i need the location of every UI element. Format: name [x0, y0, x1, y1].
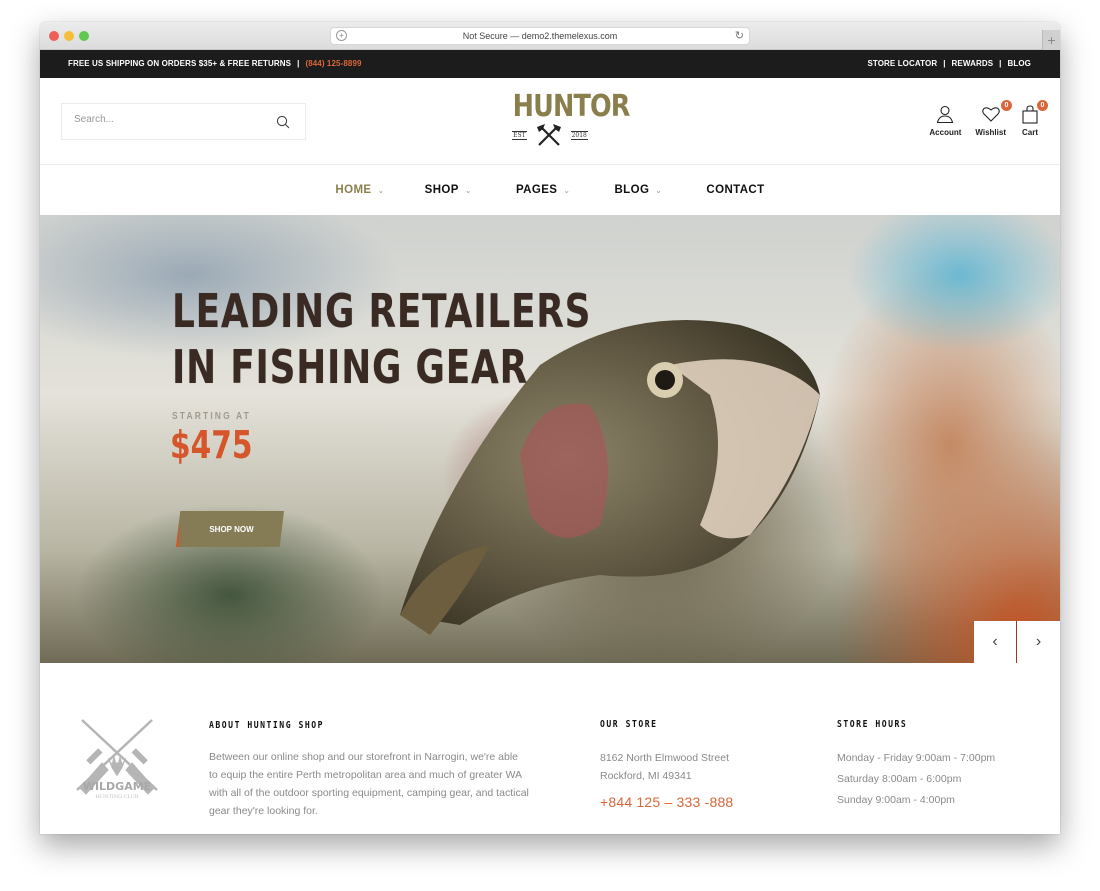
cart-count-badge: 0 — [1037, 100, 1048, 111]
nav-label: PAGES — [515, 184, 558, 196]
hunting-club-text: HUNTING CLUB — [96, 794, 139, 800]
store-address: 8162 North Elmwood Street Rockford, MI 4… — [600, 749, 729, 785]
wishlist-button[interactable]: 0 Wishlist — [975, 100, 1012, 137]
chevron-right-icon: › — [1035, 633, 1042, 650]
separator: | — [943, 59, 946, 68]
cart-button[interactable]: 0 Cart — [1020, 100, 1048, 137]
wishlist-count-badge: 0 — [1001, 100, 1012, 111]
chevron-down-icon: ⌄ — [655, 185, 663, 195]
crossed-axes-icon — [536, 124, 561, 146]
browser-toolbar: + Not Secure — demo2.themelexus.com ↻ + — [40, 22, 1060, 50]
wildgame-logo-text: WILDGAME — [83, 780, 151, 793]
site-header: HUNTOR EST 2018 Account — [40, 78, 1060, 165]
wishlist-label: Wishlist — [975, 128, 1006, 137]
search-box — [61, 103, 306, 140]
hero-title-line2: IN FISHING GEAR — [172, 340, 528, 394]
nav-item-home[interactable]: HOME ⌄ — [317, 165, 402, 215]
main-nav: HOME ⌄ SHOP ⌄ PAGES ⌄ BLOG ⌄ CONTACT — [40, 165, 1060, 215]
account-label: Account — [929, 128, 962, 137]
hero-price: $475 — [170, 423, 253, 467]
address-line2: Rockford, MI 49341 — [600, 770, 692, 782]
nav-label: BLOG — [614, 184, 650, 196]
search-input[interactable] — [74, 114, 264, 125]
hero-title-line1: LEADING RETAILERS — [172, 284, 592, 338]
cart-label: Cart — [1021, 128, 1038, 137]
minimize-window-button[interactable] — [64, 31, 74, 41]
reload-icon[interactable]: ↻ — [735, 29, 744, 42]
shipping-promo: FREE US SHIPPING ON ORDERS $35+ & FREE R… — [68, 59, 292, 68]
nav-label: SHOP — [424, 184, 459, 196]
about-heading: ABOUT HUNTING SHOP — [209, 720, 325, 731]
hours-weekday: Monday - Friday 9:00am - 7:00pm — [837, 752, 996, 764]
hours-sunday: Sunday 9:00am - 4:00pm — [837, 794, 955, 806]
nav-label: HOME — [335, 184, 372, 196]
nav-item-blog[interactable]: BLOG ⌄ — [596, 165, 680, 215]
user-icon — [937, 105, 954, 124]
logo-est: EST — [512, 130, 527, 140]
hours-heading: STORE HOURS — [837, 719, 908, 730]
chevron-down-icon: ⌄ — [563, 185, 571, 195]
rewards-link[interactable]: REWARDS — [952, 59, 994, 68]
info-section: WILDGAME HUNTING CLUB ABOUT HUNTING SHOP… — [40, 663, 1060, 834]
close-window-button[interactable] — [49, 31, 59, 41]
site-logo[interactable]: HUNTOR EST 2018 — [506, 89, 631, 153]
hero-subtitle: STARTING AT — [172, 411, 251, 422]
promo-bar: FREE US SHIPPING ON ORDERS $35+ & FREE R… — [40, 50, 1060, 78]
separator: | — [297, 59, 300, 68]
hero-title: LEADING RETAILERS IN FISHING GEAR — [172, 283, 591, 395]
account-button[interactable]: Account — [929, 104, 961, 137]
logo-wordmark: HUNTOR — [512, 89, 631, 124]
store-locator-link[interactable]: STORE LOCATOR — [867, 59, 937, 68]
url-text: Not Secure — demo2.themelexus.com — [462, 31, 618, 41]
hours-saturday: Saturday 8:00am - 6:00pm — [837, 773, 962, 785]
nav-item-contact[interactable]: CONTACT — [688, 165, 782, 215]
chevron-down-icon: ⌄ — [377, 185, 385, 195]
nav-item-pages[interactable]: PAGES ⌄ — [498, 165, 589, 215]
logo-year: 2018 — [570, 130, 588, 140]
store-phone-link[interactable]: +844 125 – 333 -888 — [600, 794, 733, 810]
chevron-left-icon: ‹ — [992, 633, 998, 650]
shop-now-button[interactable]: SHOP NOW — [176, 511, 284, 547]
slider-prev-button[interactable]: ‹ — [974, 621, 1017, 663]
new-tab-button[interactable]: + — [1042, 30, 1060, 50]
search-icon[interactable] — [276, 115, 290, 129]
chevron-down-icon: ⌄ — [464, 185, 472, 195]
maximize-window-button[interactable] — [79, 31, 89, 41]
topbar-phone-link[interactable]: (844) 125-8899 — [305, 59, 361, 68]
nav-item-shop[interactable]: SHOP ⌄ — [407, 165, 490, 215]
browser-window: + Not Secure — demo2.themelexus.com ↻ + … — [40, 22, 1060, 834]
nav-label: CONTACT — [706, 184, 765, 196]
separator: | — [999, 59, 1002, 68]
hero-slider: LEADING RETAILERS IN FISHING GEAR STARTI… — [40, 215, 1060, 663]
store-heading: OUR STORE — [600, 719, 658, 730]
store-hours: Monday - Friday 9:00am - 7:00pm Saturday… — [837, 748, 995, 811]
slider-next-button[interactable]: › — [1017, 621, 1060, 663]
heart-icon — [981, 107, 1000, 122]
address-line1: 8162 North Elmwood Street — [600, 752, 729, 764]
blog-link[interactable]: BLOG — [1007, 59, 1031, 68]
about-text: Between our online shop and our storefro… — [209, 751, 529, 817]
wildgame-club-logo: WILDGAME HUNTING CLUB — [76, 719, 158, 800]
address-bar[interactable]: + Not Secure — demo2.themelexus.com ↻ — [330, 27, 750, 45]
site-info-icon[interactable]: + — [336, 30, 347, 41]
